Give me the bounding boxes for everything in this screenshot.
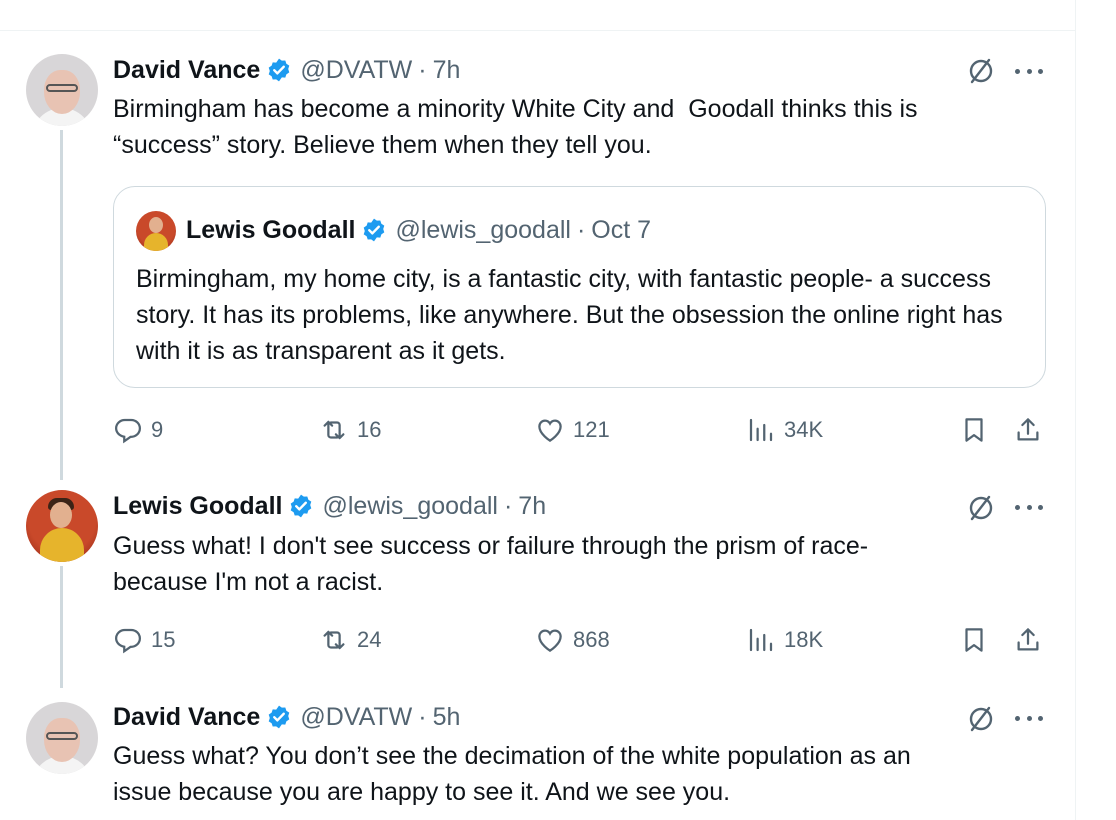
author-name[interactable]: David Vance <box>113 56 260 85</box>
more-icon[interactable] <box>1015 66 1043 76</box>
retweet-icon <box>323 420 345 440</box>
reply-count: 9 <box>151 417 164 442</box>
grok-icon[interactable] <box>967 705 995 733</box>
bookmark-button[interactable] <box>959 414 989 446</box>
share-icon <box>1017 628 1039 651</box>
tweet-text: Guess what! I don't see success or failu… <box>113 532 869 596</box>
timestamp[interactable]: 7h <box>518 492 546 521</box>
separator: · <box>503 491 513 520</box>
share-button[interactable] <box>1013 414 1043 446</box>
tweet-actions: 9 16 121 34K <box>113 414 1048 446</box>
retweet-count: 24 <box>357 627 382 652</box>
separator: · <box>418 702 427 731</box>
verified-badge-icon <box>269 705 290 729</box>
heart-icon <box>538 629 562 652</box>
reply-icon <box>114 628 142 654</box>
tweet-text: Guess what? You don’t see the decimation… <box>113 742 911 806</box>
views-icon <box>749 628 773 652</box>
timestamp[interactable]: 5h <box>433 703 461 732</box>
tweet[interactable]: David Vance @DVATW · 5h Guess what? You … <box>0 680 1076 820</box>
grok-icon[interactable] <box>967 494 995 522</box>
separator: · <box>576 215 586 244</box>
timeline: David Vance @DVATW · 7h Birmingham has b… <box>0 0 1076 820</box>
avatar[interactable] <box>26 490 98 562</box>
retweet-button[interactable]: 16 <box>319 414 381 446</box>
share-button[interactable] <box>1013 624 1043 656</box>
retweet-icon <box>323 630 345 650</box>
grok-icon[interactable] <box>967 57 995 85</box>
tweet-actions: 15 24 868 18K <box>113 624 1048 656</box>
verified-badge-icon <box>269 58 290 82</box>
retweet-count: 16 <box>357 417 382 442</box>
tweet[interactable]: Lewis Goodall @lewis_goodall · 7h Guess … <box>0 470 1076 680</box>
more-icon[interactable] <box>1015 713 1043 723</box>
quoted-text: Birmingham, my home city, is a fantastic… <box>136 265 1003 365</box>
author-name[interactable]: Lewis Goodall <box>113 492 282 521</box>
verified-badge-icon <box>364 218 385 242</box>
quoted-timestamp: Oct 7 <box>591 215 652 244</box>
quoted-header: Lewis Goodall @lewis_goodall · Oct 7 <box>186 215 651 245</box>
author-handle[interactable]: @DVATW <box>300 703 412 732</box>
timestamp[interactable]: 7h <box>433 56 461 85</box>
reply-button[interactable]: 9 <box>113 414 163 446</box>
tweet[interactable]: David Vance @DVATW · 7h Birmingham has b… <box>0 0 1076 470</box>
right-gutter <box>1076 0 1116 820</box>
verified-badge-icon <box>291 494 312 518</box>
tweet-header: Lewis Goodall @lewis_goodall · 7h <box>113 491 546 521</box>
avatar[interactable] <box>26 702 98 774</box>
views-button[interactable]: 18K <box>746 624 823 656</box>
author-name[interactable]: David Vance <box>113 703 260 732</box>
reply-count: 15 <box>151 627 176 652</box>
retweet-button[interactable]: 24 <box>319 624 381 656</box>
quoted-author-handle: @lewis_goodall <box>395 215 571 244</box>
tweet-text: Birmingham has become a minority White C… <box>113 95 918 159</box>
share-icon <box>1017 418 1039 441</box>
quoted-author-name: Lewis Goodall <box>186 215 356 244</box>
author-handle[interactable]: @DVATW <box>300 56 412 85</box>
more-icon[interactable] <box>1015 502 1043 512</box>
like-button[interactable]: 868 <box>535 624 610 656</box>
reply-icon <box>114 418 142 444</box>
separator: · <box>418 55 427 84</box>
like-count: 121 <box>573 417 610 442</box>
avatar[interactable] <box>26 54 98 126</box>
tweet-header: David Vance @DVATW · 5h <box>113 702 460 732</box>
author-handle[interactable]: @lewis_goodall <box>322 492 497 521</box>
quoted-avatar <box>136 211 176 251</box>
like-button[interactable]: 121 <box>535 414 610 446</box>
bookmark-icon <box>965 628 983 652</box>
like-count: 868 <box>573 627 610 652</box>
bookmark-icon <box>965 418 983 442</box>
reply-button[interactable]: 15 <box>113 624 175 656</box>
heart-icon <box>538 419 562 442</box>
quoted-tweet[interactable]: Lewis Goodall @lewis_goodall · Oct 7 Bir… <box>113 186 1046 388</box>
tweet-header: David Vance @DVATW · 7h <box>113 55 460 85</box>
bookmark-button[interactable] <box>959 624 989 656</box>
views-button[interactable]: 34K <box>746 414 823 446</box>
views-icon <box>749 418 773 442</box>
views-count: 34K <box>784 417 824 442</box>
views-count: 18K <box>784 627 824 652</box>
